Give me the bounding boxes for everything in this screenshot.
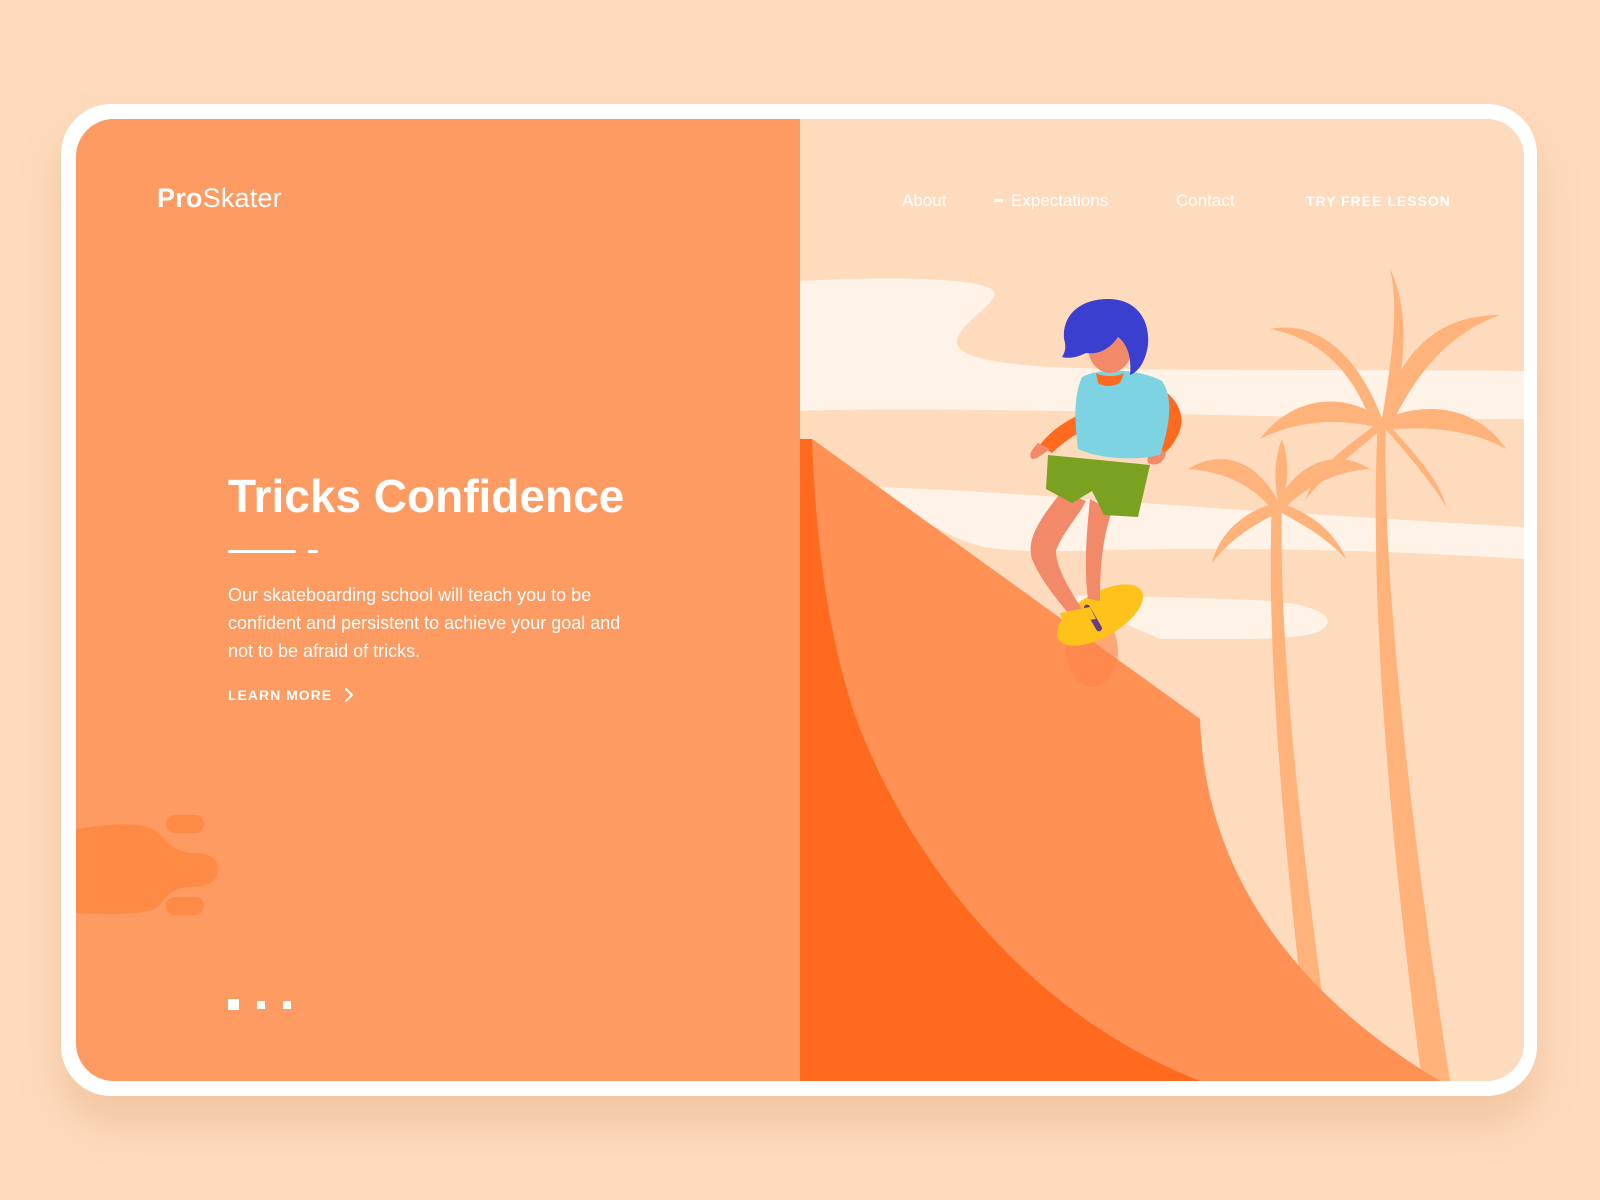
learn-more-link[interactable]: LEARN MORE [228,687,354,703]
shirt [1075,370,1170,459]
nav-expectations[interactable]: Expectations [994,191,1108,211]
hero-content: Tricks Confidence Our skateboarding scho… [228,471,698,705]
hero-divider [228,549,698,553]
brand-logo[interactable]: ProSkater [157,183,282,214]
nav-expectations-label: Expectations [1011,191,1109,210]
brand-logo-light: Skater [202,183,282,213]
slide-pager [228,999,291,1010]
chevron-right-icon [345,687,354,702]
active-indicator [994,199,1003,203]
hero-panel: ProSkater Tricks Confidence Our skateboa… [76,119,800,1081]
paw-decoration-icon [76,815,218,915]
hero-description: Our skateboarding school will teach you … [228,584,621,661]
learn-more-label: LEARN MORE [228,686,333,703]
pager-dot-2[interactable] [257,1000,265,1009]
landing-screen: ProSkater Tricks Confidence Our skateboa… [76,119,1524,1081]
try-free-lesson-button[interactable]: TRY FREE LESSON [1306,193,1451,209]
skater-illustration [800,269,1524,1081]
pager-dot-1[interactable] [228,999,239,1010]
hero-title: Tricks Confidence [228,470,625,522]
cloud-band-2 [876,487,1524,559]
brand-logo-bold: Pro [157,183,203,213]
pager-dot-3[interactable] [283,1000,291,1009]
divider-short [308,549,318,553]
divider-long [228,549,296,553]
nav-about[interactable]: About [902,191,946,211]
illustration-panel [800,119,1524,1081]
nav-contact[interactable]: Contact [1176,191,1235,211]
